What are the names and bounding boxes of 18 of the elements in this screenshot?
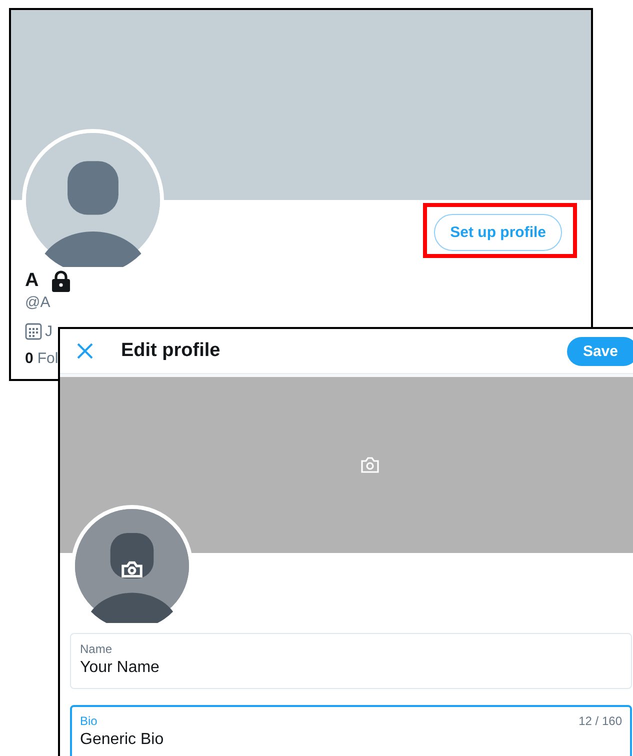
joined-date: J: [45, 323, 52, 340]
field-value: Your Name: [80, 659, 160, 677]
save-button[interactable]: Save: [566, 336, 633, 366]
following-count: 0: [25, 350, 34, 367]
profile-name: A: [25, 270, 39, 292]
character-counter: 12 / 160: [578, 714, 622, 728]
field-label: Name: [80, 642, 112, 656]
camera-icon[interactable]: [360, 456, 380, 474]
calendar-icon: [25, 323, 42, 340]
field-label: Bio: [80, 714, 98, 728]
name-field[interactable]: Name Your Name: [70, 633, 632, 689]
field-value: Generic Bio: [80, 731, 165, 749]
set-up-profile-button[interactable]: Set up profile: [434, 214, 562, 251]
following-label[interactable]: Fol: [37, 350, 58, 367]
dialog-title: Edit profile: [121, 340, 222, 362]
close-icon[interactable]: [76, 342, 94, 360]
bio-field[interactable]: Bio 12 / 160 Generic Bio: [70, 705, 632, 756]
profile-handle: @A: [25, 294, 52, 311]
